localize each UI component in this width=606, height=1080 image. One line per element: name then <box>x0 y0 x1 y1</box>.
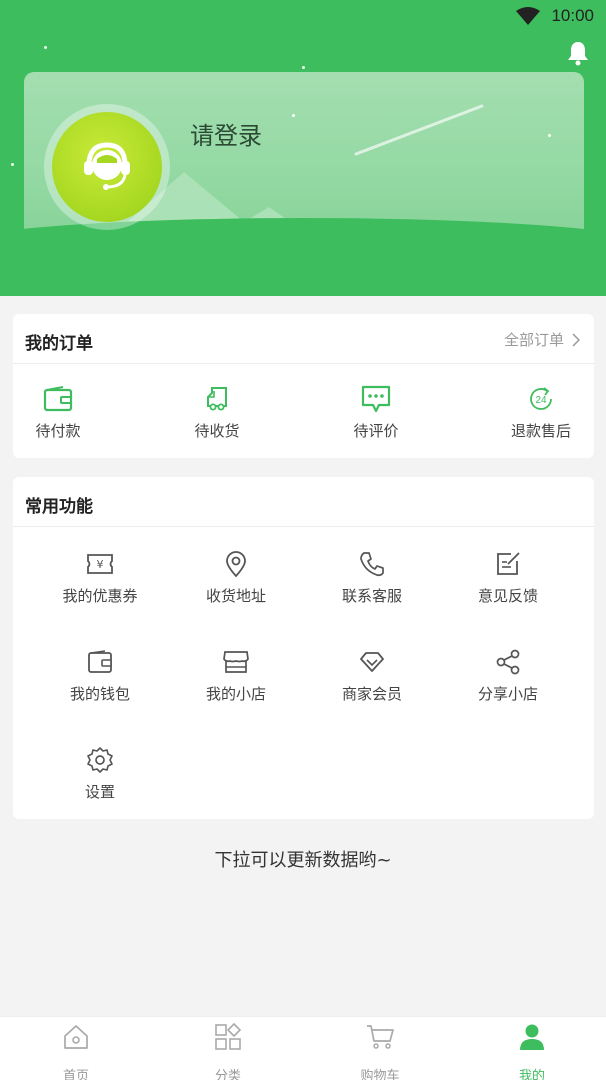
function-address[interactable]: 收货地址 <box>181 549 291 606</box>
tab-label: 购物车 <box>360 1069 400 1080</box>
meteor-decoration <box>354 104 484 156</box>
functions-grid: ¥ 我的优惠券 收货地址 联系客服 意见反馈 我的钱包 我的小店 商家会员 分享… <box>13 527 594 819</box>
gear-icon <box>87 747 113 773</box>
function-settings[interactable]: 设置 <box>45 745 155 802</box>
function-label: 我的钱包 <box>69 685 130 703</box>
function-label: 分享小店 <box>477 685 538 703</box>
pull-to-refresh-hint: 下拉可以更新数据哟~ <box>214 850 392 871</box>
star-decoration <box>302 66 305 69</box>
status-time: 10:00 <box>551 6 594 25</box>
order-item-label: 待付款 <box>35 422 81 440</box>
all-orders-label: 全部订单 <box>503 331 564 349</box>
order-item-label: 待评价 <box>353 422 399 440</box>
function-coupons[interactable]: ¥ 我的优惠券 <box>45 549 155 606</box>
order-status-row: 待付款 待收货 待评价 24 退款售后 <box>13 364 594 457</box>
svg-text:24: 24 <box>535 395 547 406</box>
function-contact-service[interactable]: 联系客服 <box>317 549 427 606</box>
order-pending-receipt[interactable]: 待收货 <box>172 384 262 441</box>
function-label: 我的优惠券 <box>62 587 138 605</box>
function-label: 联系客服 <box>341 587 402 605</box>
order-item-label: 退款售后 <box>510 422 571 440</box>
tab-label: 我的 <box>518 1069 545 1080</box>
function-wallet[interactable]: 我的钱包 <box>45 647 155 704</box>
bottom-tab-bar: 首页 分类 购物车 我的 <box>0 1016 606 1080</box>
order-pending-payment[interactable]: 待付款 <box>13 384 103 441</box>
orders-card: 我的订单 全部订单 待付款 待收货 待评价 24 退款售后 <box>13 314 594 458</box>
star-decoration <box>292 114 295 117</box>
wifi-icon <box>516 7 540 25</box>
header-curve <box>0 218 606 296</box>
tab-category[interactable]: 分类 <box>178 1021 278 1080</box>
functions-card: 常用功能 ¥ 我的优惠券 收货地址 联系客服 意见反馈 我的钱包 我的小店 商家… <box>13 477 594 819</box>
functions-title: 常用功能 <box>25 497 93 517</box>
function-label: 商家会员 <box>341 685 402 703</box>
order-pending-review[interactable]: 待评价 <box>331 384 421 441</box>
all-orders-link[interactable]: 全部订单 <box>504 329 580 350</box>
function-my-store[interactable]: 我的小店 <box>181 647 291 704</box>
feedback-edit-icon <box>497 552 520 575</box>
phone-icon <box>360 552 384 577</box>
functions-card-header: 常用功能 <box>13 477 594 527</box>
function-label: 我的小店 <box>205 685 266 703</box>
coupon-icon: ¥ <box>87 554 113 574</box>
tab-cart[interactable]: 购物车 <box>330 1021 430 1080</box>
star-decoration <box>548 134 551 137</box>
star-decoration <box>44 46 47 49</box>
profile-header: 10:00 请登录 <box>0 0 606 296</box>
function-feedback[interactable]: 意见反馈 <box>453 549 563 606</box>
order-item-label: 待收货 <box>194 422 240 440</box>
status-bar: 10:00 <box>0 0 606 34</box>
function-label: 收货地址 <box>205 587 266 605</box>
comment-icon <box>361 385 391 413</box>
tab-label: 首页 <box>62 1069 89 1080</box>
bell-icon[interactable] <box>566 40 590 66</box>
tab-me[interactable]: 我的 <box>482 1021 582 1080</box>
wallet-icon <box>88 650 112 673</box>
avatar[interactable] <box>52 112 162 222</box>
home-icon <box>64 1025 88 1049</box>
function-merchant-member[interactable]: 商家会员 <box>317 647 427 704</box>
star-decoration <box>11 163 14 166</box>
store-icon <box>223 651 249 673</box>
customer-service-headset-icon <box>84 142 130 190</box>
user-icon <box>520 1024 544 1050</box>
function-label: 设置 <box>84 783 115 801</box>
refund-24-icon: 24 <box>530 387 552 410</box>
wallet-icon <box>43 386 73 412</box>
diamond-icon <box>360 652 384 672</box>
function-share-store[interactable]: 分享小店 <box>453 647 563 704</box>
avatar-ring[interactable] <box>44 104 170 230</box>
orders-card-header: 我的订单 全部订单 <box>13 314 594 364</box>
cart-icon <box>367 1025 394 1049</box>
tab-label: 分类 <box>214 1069 241 1080</box>
tab-home[interactable]: 首页 <box>26 1021 126 1080</box>
share-icon <box>496 649 520 675</box>
order-refund[interactable]: 24 退款售后 <box>496 384 586 441</box>
svg-text:¥: ¥ <box>97 558 104 571</box>
orders-title: 我的订单 <box>25 334 93 354</box>
login-prompt[interactable]: 请登录 <box>190 116 262 151</box>
function-label: 意见反馈 <box>477 587 538 605</box>
delivery-truck-icon <box>207 387 227 411</box>
chevron-right-icon <box>572 332 580 347</box>
category-grid-icon <box>215 1023 242 1050</box>
location-pin-icon <box>226 551 246 578</box>
